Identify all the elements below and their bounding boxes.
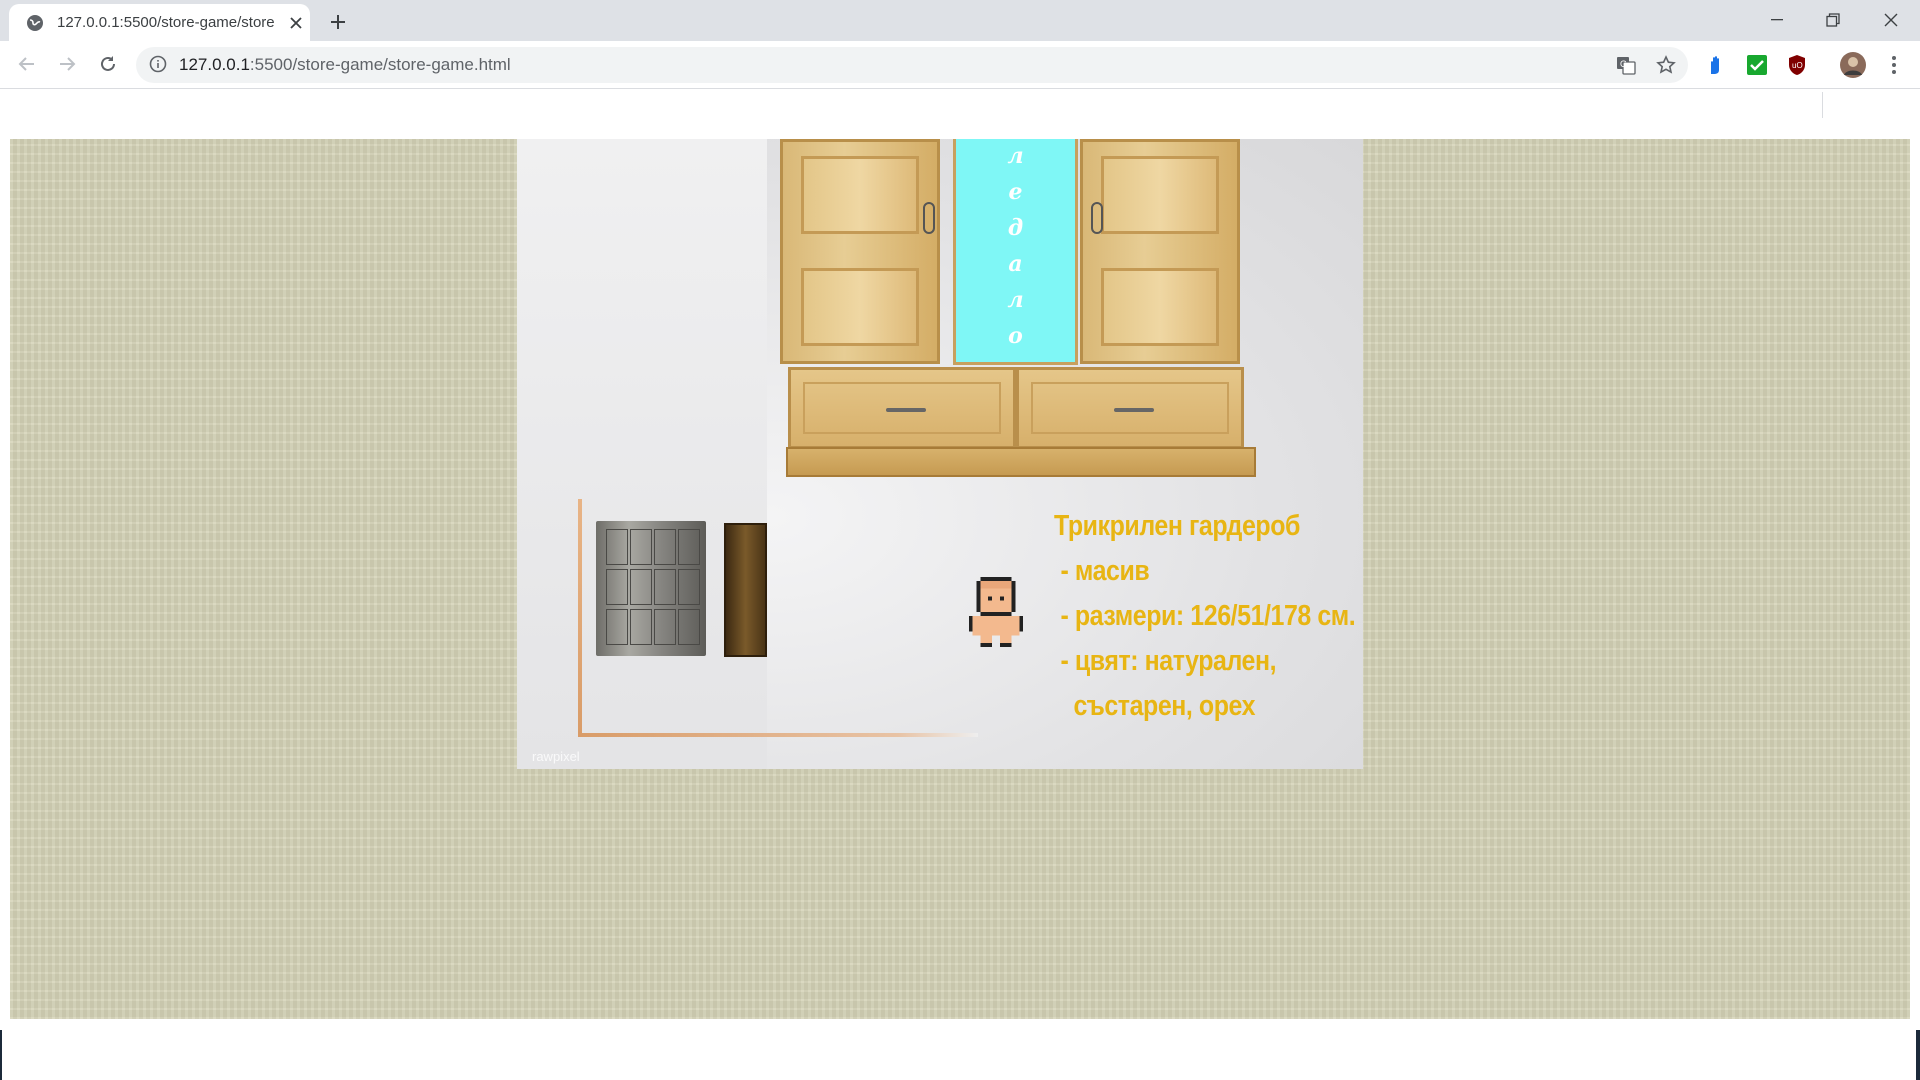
url-path: :5500/store-game/store-game.html <box>249 55 511 74</box>
door-handle <box>923 202 935 234</box>
svg-text:G: G <box>1620 59 1627 69</box>
close-window-icon[interactable] <box>1868 4 1914 36</box>
info-icon[interactable] <box>149 55 169 75</box>
wardrobe-drawer-right <box>1016 367 1244 449</box>
wardrobe-drawer-left <box>788 367 1016 449</box>
game-scene[interactable]: л е д а л о Трикрилен гардероб - масив -… <box>517 139 1363 769</box>
address-bar[interactable]: 127.0.0.1:5500/store-game/store-game.htm… <box>136 47 1688 83</box>
drawer-pull <box>886 408 926 412</box>
wooden-cabinet-thumbnail[interactable] <box>724 523 767 657</box>
cabinet-cell <box>630 529 652 565</box>
cabinet-cell <box>606 529 628 565</box>
frame-bottom-edge <box>578 733 978 737</box>
svg-text:uO: uO <box>1792 61 1803 70</box>
wardrobe-mirror: л е д а л о <box>953 139 1078 365</box>
toolbar-divider <box>1822 92 1823 118</box>
scene-left-panel <box>517 139 767 769</box>
bookmark-star-icon[interactable] <box>1656 55 1676 75</box>
product-detail: - масив <box>1054 555 1150 587</box>
mirror-letter: о <box>1008 323 1023 349</box>
minimize-icon[interactable] <box>1754 4 1800 36</box>
page-edge-left <box>0 1030 2 1080</box>
product-detail: - размери: 126/51/178 см. <box>1054 600 1356 632</box>
cabinet-cell <box>630 609 652 645</box>
extension-hand-icon[interactable] <box>1704 53 1728 77</box>
product-info: Трикрилен гардероб - масив - размери: 12… <box>1054 504 1356 729</box>
wardrobe-base <box>786 447 1256 477</box>
browser-toolbar: 127.0.0.1:5500/store-game/store-game.htm… <box>0 41 1920 118</box>
mirror-letter: а <box>1008 251 1023 277</box>
tab-title: 127.0.0.1:5500/store-game/store-game.htm… <box>57 14 275 31</box>
door-panel <box>801 268 919 346</box>
drawer-pull <box>1114 408 1154 412</box>
player-character[interactable] <box>968 577 1024 647</box>
back-icon[interactable] <box>12 49 42 79</box>
wardrobe-left-door <box>780 139 940 364</box>
mirror-letter: л <box>1007 287 1024 313</box>
door-panel <box>1101 268 1219 346</box>
close-tab-icon[interactable] <box>287 14 305 32</box>
menu-kebab-icon[interactable] <box>1882 53 1906 77</box>
url-text[interactable]: 127.0.0.1:5500/store-game/store-game.htm… <box>179 55 511 75</box>
new-tab-button[interactable] <box>326 10 350 34</box>
cabinet-cell <box>630 569 652 605</box>
globe-icon <box>25 13 45 33</box>
restore-icon[interactable] <box>1810 4 1856 36</box>
forward-icon[interactable] <box>52 49 82 79</box>
cabinet-cell <box>606 609 628 645</box>
checkmark-extension-icon[interactable] <box>1745 53 1769 77</box>
cabinet-cell <box>678 529 700 565</box>
browser-tab[interactable]: 127.0.0.1:5500/store-game/store-game.htm… <box>9 4 310 41</box>
door-panel <box>801 156 919 234</box>
metal-cabinet-thumbnail[interactable] <box>596 521 706 656</box>
reload-icon[interactable] <box>93 49 123 79</box>
product-title: Трикрилен гардероб <box>1054 510 1300 542</box>
mirror-letter: е <box>1008 179 1023 205</box>
cabinet-cell <box>654 609 676 645</box>
ublock-icon[interactable]: uO <box>1785 53 1809 77</box>
product-detail: състарен, орех <box>1054 690 1256 722</box>
cabinet-cell <box>606 569 628 605</box>
product-detail: - цвят: натурален, <box>1054 645 1277 677</box>
cabinet-cell <box>678 569 700 605</box>
tab-strip: 127.0.0.1:5500/store-game/store-game.htm… <box>0 0 1920 41</box>
frame-left-edge <box>578 499 582 737</box>
cabinet-cell <box>678 609 700 645</box>
watermark: rawpixel <box>532 749 580 764</box>
door-handle <box>1091 202 1103 234</box>
url-host: 127.0.0.1 <box>179 55 250 74</box>
wardrobe-image: л е д а л о <box>780 139 1280 484</box>
mirror-letter: л <box>1007 143 1024 169</box>
translate-icon[interactable]: G <box>1616 55 1636 75</box>
cabinet-cell <box>654 569 676 605</box>
mirror-letter: д <box>1007 215 1024 241</box>
page-edge-right <box>1916 1030 1920 1080</box>
wardrobe-right-door <box>1080 139 1240 364</box>
door-panel <box>1101 156 1219 234</box>
cabinet-cell <box>654 529 676 565</box>
avatar[interactable] <box>1839 51 1867 79</box>
